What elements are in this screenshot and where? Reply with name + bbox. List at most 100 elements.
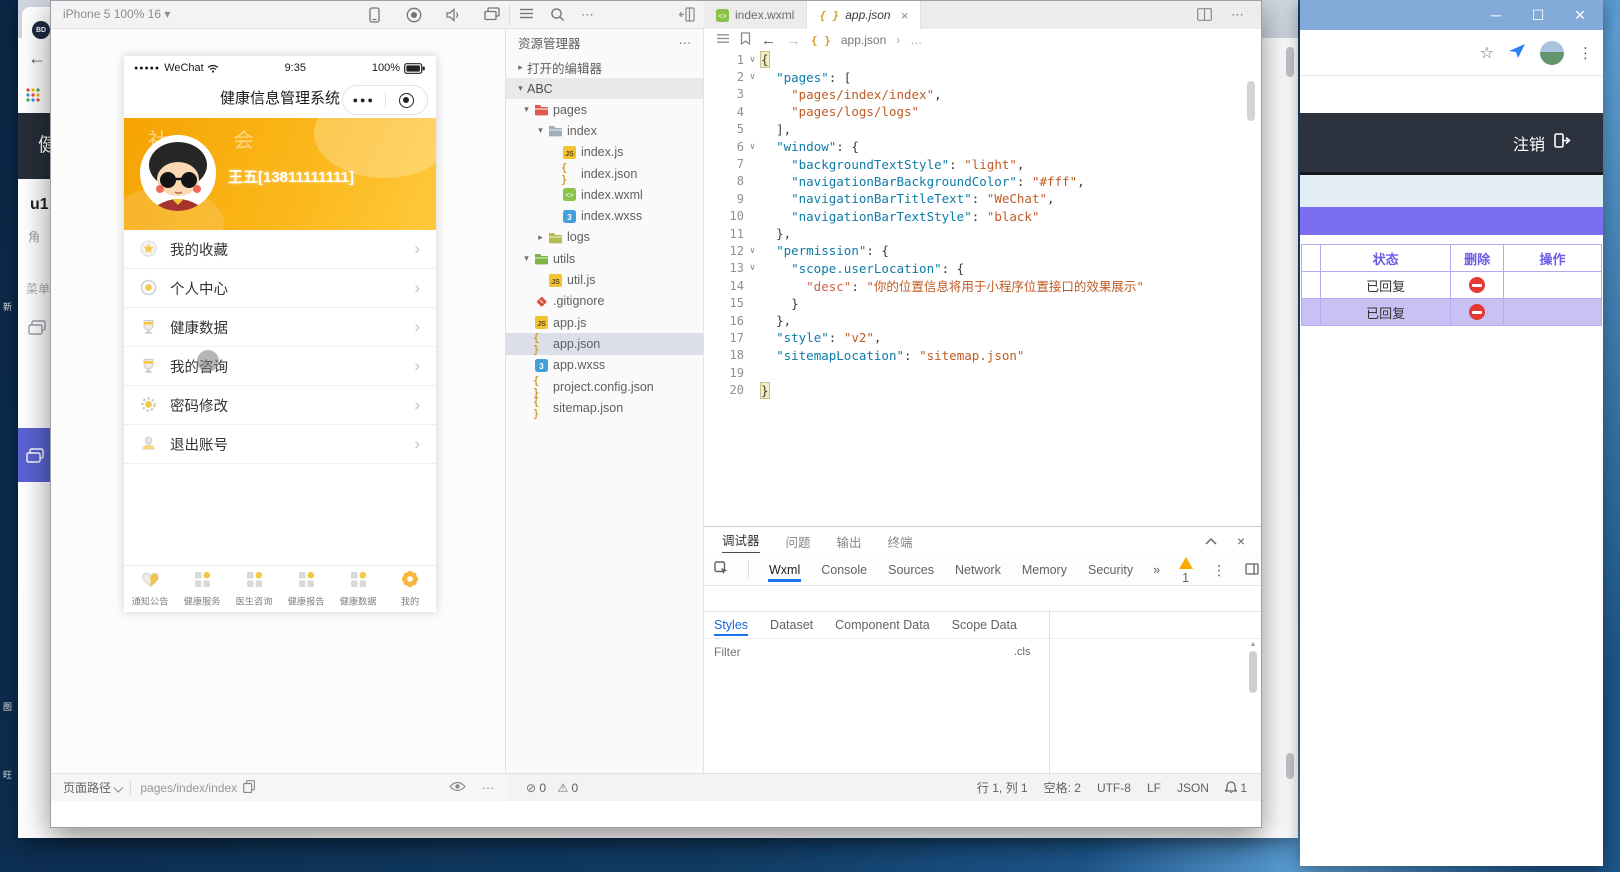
delete-icon[interactable] [1469, 277, 1486, 294]
debugger-tab-item[interactable]: 输出 [837, 532, 862, 551]
fold-region-icon[interactable]: ∨ [744, 142, 761, 152]
maximize-button[interactable]: ☐ [1521, 0, 1555, 30]
dock-side-icon[interactable] [1245, 562, 1267, 578]
fold-region-icon[interactable]: ∨ [744, 55, 761, 65]
profile-avatar[interactable] [1540, 40, 1564, 65]
menu-item[interactable]: 退出账号 › [124, 425, 436, 464]
filter-input[interactable] [712, 644, 1006, 660]
scrollbar-thumb[interactable] [1249, 651, 1257, 693]
menu-item[interactable]: 我的收藏 › [124, 230, 436, 269]
cls-toggle-button[interactable]: .cls [1014, 646, 1031, 658]
debugger-tab-item[interactable]: 问题 [786, 532, 811, 551]
outline-list-icon[interactable] [519, 7, 535, 23]
sidebar-tab-dataset[interactable]: Dataset [770, 618, 813, 632]
file-tree-item[interactable]: .gitignore [506, 291, 703, 312]
back-arrow-icon[interactable]: ← [28, 48, 46, 69]
scroll-up-icon[interactable]: ▲ [1248, 641, 1258, 648]
debugger-tab-active[interactable]: 调试器 [722, 530, 760, 553]
styles-scrollbar[interactable]: ▲ ▼ [1248, 641, 1258, 793]
inspector-tab-wxml[interactable]: Wxml [768, 558, 801, 582]
fold-region-icon[interactable]: ∨ [744, 72, 761, 82]
file-tree-item[interactable]: ▾ index [506, 120, 703, 141]
explorer-more-icon[interactable]: ⋯ [679, 35, 692, 50]
breadcrumb-file[interactable]: app.json [841, 33, 886, 47]
language-mode[interactable]: JSON [1177, 781, 1209, 795]
apps-grid-icon[interactable] [26, 88, 40, 105]
table-header-0[interactable]: 状态 [1319, 244, 1452, 272]
indentation[interactable]: 空格: 2 [1044, 779, 1081, 796]
file-tree-item[interactable]: { } project.config.json [506, 375, 703, 399]
bookmark-star-icon[interactable]: ☆ [1480, 43, 1494, 63]
breadcrumb-more[interactable]: … [910, 33, 922, 47]
file-tree-item[interactable]: ▾ pages [506, 99, 703, 120]
bookmark-icon[interactable] [740, 32, 751, 48]
tab-index-wxml[interactable]: <> index.wxml [704, 1, 808, 29]
menu-item[interactable]: 个人中心 › [124, 269, 436, 308]
devtools-menu-icon[interactable]: ⋮ [1212, 562, 1226, 579]
file-tree-item[interactable]: { } sitemap.json [506, 396, 703, 420]
code-editor[interactable]: 1 ∨{2 ∨ "pages": [3 "pages/index/index", 4 … [704, 51, 1261, 526]
delete-cell[interactable] [1450, 298, 1504, 326]
user-avatar[interactable] [140, 135, 216, 211]
file-tree-item[interactable]: JS util.js [506, 269, 703, 290]
menu-item[interactable]: 我的咨询› [124, 347, 436, 386]
browser-extension-icon[interactable] [1508, 43, 1526, 62]
project-root-section[interactable]: ▾ ABC [506, 78, 703, 99]
file-tree-item[interactable]: 3 app.wxss [506, 355, 703, 376]
nav-back-icon[interactable]: ← [761, 32, 776, 49]
inspector-tab-security[interactable]: Security [1087, 563, 1134, 577]
cursor-position[interactable]: 行 1, 列 1 [977, 779, 1028, 796]
fold-region-icon[interactable]: ∨ [744, 246, 761, 256]
tabbar-item-inactive[interactable]: 健康报告 [280, 566, 332, 612]
logout-link[interactable]: 注销 [1513, 131, 1545, 155]
footer-more-icon[interactable]: ⋯ [482, 781, 494, 795]
fold-region-icon[interactable]: ∨ [744, 263, 761, 273]
more-menu-button[interactable]: ●●● [343, 95, 385, 105]
inspector-tab-network[interactable]: Network [954, 563, 1002, 577]
encoding[interactable]: UTF-8 [1097, 781, 1131, 795]
multi-window-icon[interactable] [484, 7, 500, 23]
problems-indicator[interactable]: ⊘ 0 ⚠ 0 [506, 781, 578, 795]
file-tree-item[interactable]: 3 index.wxss [506, 205, 703, 226]
notifications-bell[interactable]: 1 [1224, 781, 1247, 795]
close-button[interactable]: ✕ [1563, 0, 1597, 30]
search-icon[interactable] [550, 7, 566, 23]
editor-more-icon[interactable]: ⋯ [1231, 7, 1247, 23]
eol-sequence[interactable]: LF [1147, 781, 1161, 795]
tabbar-item-inactive[interactable]: 健康服务 [176, 566, 228, 612]
debugger-tab-item[interactable]: 终端 [888, 532, 913, 551]
exit-miniprogram-button[interactable] [386, 92, 428, 108]
menu-item[interactable]: 健康数据 › [124, 308, 436, 347]
page-path-selector[interactable]: 页面路径 [63, 779, 124, 796]
tabbar-item-active[interactable]: 我的 [384, 566, 436, 612]
open-editors-section[interactable]: ▸ 打开的编辑器 [506, 56, 703, 78]
windows-stack-icon[interactable] [28, 320, 46, 338]
inspect-element-icon[interactable] [714, 561, 729, 579]
tabbar-item-inactive[interactable]: 医生咨询 [228, 566, 280, 612]
file-tree-item[interactable]: <> index.wxml [506, 184, 703, 205]
compile-stop-icon[interactable] [406, 7, 422, 23]
tabbar-item-inactive[interactable]: 通知公告 [124, 566, 176, 612]
table-header-2[interactable]: 操作 [1502, 244, 1603, 272]
delete-icon[interactable] [1469, 304, 1486, 321]
logout-icon[interactable] [1554, 133, 1571, 151]
sidebar-tab-component-data[interactable]: Component Data [835, 618, 930, 632]
overflow-tabs-icon[interactable]: » [1153, 563, 1160, 577]
mute-icon[interactable] [445, 7, 461, 23]
collapse-sidebar-icon[interactable] [678, 7, 695, 23]
inspector-tab-memory[interactable]: Memory [1021, 563, 1068, 577]
menu-item[interactable]: 密码修改 › [124, 386, 436, 425]
inspector-tab-sources[interactable]: Sources [887, 563, 935, 577]
file-tree-item[interactable]: { } app.json [506, 332, 703, 356]
table-header-1[interactable]: 删除 [1450, 244, 1504, 272]
file-tree-item[interactable]: { } index.json [506, 162, 703, 186]
phone-rotate-icon[interactable] [367, 7, 383, 23]
nav-forward-icon[interactable]: → [786, 32, 801, 49]
sidebar-tab-scope-data[interactable]: Scope Data [952, 618, 1017, 632]
sidebar-tab-styles[interactable]: Styles [714, 614, 748, 636]
sidebar-item-active[interactable] [18, 428, 52, 482]
scrollbar-thumb[interactable] [1286, 47, 1294, 77]
tabbar-item-inactive[interactable]: 健康数据 [332, 566, 384, 612]
file-tree-item[interactable]: ▸ logs [506, 227, 703, 248]
collapse-panel-icon[interactable] [1205, 534, 1217, 548]
